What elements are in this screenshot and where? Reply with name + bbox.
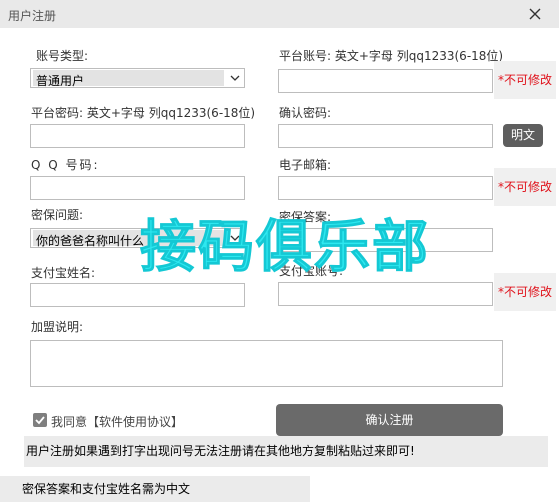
platform-password-input[interactable] bbox=[30, 124, 245, 148]
notice-chinese-required: 密保答案和支付宝姓名需为中文 bbox=[0, 476, 310, 502]
title-bar: 用户注册 bbox=[0, 0, 559, 28]
platform-password-label: 平台密码: 英文+字母 列qq1233(6-18位) bbox=[31, 106, 256, 120]
window-title: 用户注册 bbox=[8, 9, 57, 23]
svg-text:接码俱乐部: 接码俱乐部 bbox=[140, 215, 430, 280]
chevron-down-icon bbox=[230, 75, 240, 81]
join-note-textarea[interactable] bbox=[30, 340, 503, 387]
confirm-password-label: 确认密码: bbox=[279, 106, 332, 120]
email-label: 电子邮箱: bbox=[279, 158, 332, 172]
confirm-password-input[interactable] bbox=[278, 124, 493, 148]
security-question-label: 密保问题: bbox=[31, 208, 84, 222]
checkmark-icon bbox=[35, 416, 45, 425]
close-icon[interactable] bbox=[524, 3, 546, 25]
qq-input[interactable] bbox=[30, 176, 245, 200]
platform-account-note: *不可修改 bbox=[494, 61, 557, 99]
watermark-logo: 接码俱乐部 bbox=[140, 215, 430, 281]
qq-label: Q Q 号码: bbox=[31, 158, 100, 172]
agreement-checkbox[interactable] bbox=[33, 413, 47, 427]
platform-account-input[interactable] bbox=[278, 69, 493, 93]
alipay-account-note: *不可修改 bbox=[494, 273, 557, 311]
account-type-value: 普通用户 bbox=[33, 70, 224, 88]
join-note-label: 加盟说明: bbox=[31, 320, 84, 334]
email-input[interactable] bbox=[278, 176, 493, 200]
account-type-select[interactable]: 普通用户 bbox=[30, 68, 245, 88]
submit-button[interactable]: 确认注册 bbox=[276, 404, 503, 436]
platform-account-label: 平台账号: 英文+字母 列qq1233(6-18位) bbox=[279, 49, 504, 63]
email-note: *不可修改 bbox=[494, 168, 557, 206]
alipay-name-label: 支付宝姓名: bbox=[31, 266, 96, 280]
agreement-label[interactable]: 我同意【软件使用协议】 bbox=[51, 413, 183, 430]
show-password-button[interactable]: 明文 bbox=[503, 124, 543, 147]
notice-copy-paste: 用户注册如果遇到打字出现问号无法注册请在其他地方复制粘贴过来即可! bbox=[24, 436, 548, 467]
account-type-label: 账号类型: bbox=[36, 49, 89, 63]
